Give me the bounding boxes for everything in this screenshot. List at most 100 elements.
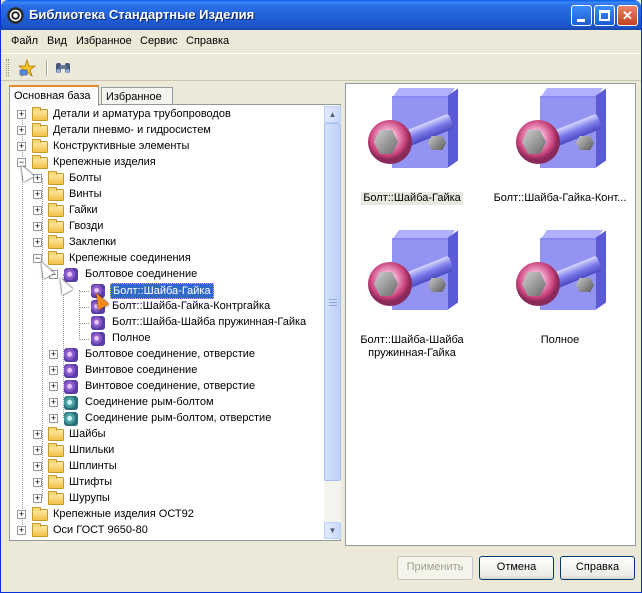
folder-icon (48, 459, 64, 473)
bolt-assembly-thumbnail (362, 230, 462, 328)
preview-panel[interactable]: Болт::Шайба-Гайка Болт::Шайба-Гайка-Конт.… (345, 83, 636, 546)
expand-icon[interactable]: + (49, 366, 58, 375)
tab-favorites[interactable]: Избранное (101, 87, 173, 105)
preview-item[interactable]: Болт::Шайба-Гайка-Конт... (490, 88, 630, 205)
folder-icon (48, 203, 64, 217)
tree-row[interactable]: + Винтовое соединение, отверстие (11, 379, 324, 395)
tree-row-label: Крепежные соединения (69, 252, 191, 264)
tab-main-base[interactable]: Основная база (9, 85, 99, 106)
library-window: Библиотека Стандартные Изделия ✕ Файл Ви… (0, 0, 642, 593)
preview-item-label: Болт::Шайба-Шайба пружинная-Гайка (360, 334, 464, 359)
expand-icon[interactable]: + (33, 206, 42, 215)
tree-row[interactable]: + Детали и арматура трубопроводов (11, 107, 324, 123)
expand-icon[interactable]: + (17, 142, 26, 151)
tree-row[interactable]: + Заклепки (11, 235, 324, 251)
toolbar-grip[interactable] (6, 59, 9, 77)
tree-row[interactable]: + Соединение рым-болтом (11, 395, 324, 411)
expand-icon[interactable]: + (33, 222, 42, 231)
apply-button[interactable]: Применить (397, 556, 473, 580)
eyebolt-part-icon (64, 412, 78, 426)
menu-favorites[interactable]: Избранное (76, 35, 132, 47)
preview-item-label: Болт::Шайба-Гайка (361, 192, 463, 205)
folder-icon (48, 491, 64, 505)
tree-row-label: Оси ГОСТ 9650-80 (53, 524, 148, 536)
cancel-button[interactable]: Отмена (479, 556, 554, 580)
expand-icon[interactable]: + (17, 510, 26, 519)
maximize-button[interactable] (594, 5, 615, 26)
expand-icon[interactable]: + (33, 446, 42, 455)
menu-file[interactable]: Файл (11, 35, 38, 47)
title-bar[interactable]: Библиотека Стандартные Изделия ✕ (1, 0, 641, 30)
expand-icon[interactable]: + (33, 238, 42, 247)
expand-icon[interactable]: + (33, 190, 42, 199)
expand-icon[interactable]: + (33, 478, 42, 487)
minimize-icon (577, 19, 585, 22)
help-button[interactable]: Справка (560, 556, 635, 580)
tree-row[interactable]: + Гвозди (11, 219, 324, 235)
tree-row[interactable]: + Болты (11, 171, 324, 187)
expand-icon[interactable]: + (49, 382, 58, 391)
tree-row-label: Болт::Шайба-Гайка-Контргайка (112, 300, 271, 312)
folder-icon (48, 427, 64, 441)
expand-icon[interactable]: + (17, 126, 26, 135)
expand-icon[interactable]: + (33, 174, 42, 183)
tree-row[interactable]: + Шайбы (11, 427, 324, 443)
folder-icon (48, 443, 64, 457)
tree-row-label: Винтовое соединение, отверстие (85, 380, 256, 392)
tree-row[interactable]: + Оси ГОСТ 9650-80 (11, 523, 324, 539)
tree-row-label: Болтовое соединение (85, 268, 198, 280)
folder-icon (32, 123, 48, 137)
tree-row[interactable]: + Болтовое соединение, отверстие (11, 347, 324, 363)
menu-help[interactable]: Справка (186, 35, 229, 47)
tree-row[interactable]: Полное (11, 331, 324, 347)
menu-service[interactable]: Сервис (140, 35, 178, 47)
scroll-thumb[interactable] (324, 123, 341, 481)
expand-icon[interactable]: + (33, 494, 42, 503)
tree-row[interactable]: + Крепежные изделия ОСТ92 (11, 507, 324, 523)
tree-row[interactable]: + Шпильки (11, 443, 324, 459)
expand-icon[interactable]: + (33, 430, 42, 439)
menu-view[interactable]: Вид (47, 35, 67, 47)
scroll-down-button[interactable]: ▼ (324, 522, 341, 539)
binoculars-icon[interactable] (54, 59, 72, 77)
tree-row[interactable]: + Винты (11, 187, 324, 203)
tree-row[interactable]: + Шплинты (11, 459, 324, 475)
tree-row[interactable]: − Крепежные соединения (11, 251, 324, 267)
scroll-up-button[interactable]: ▲ (324, 106, 341, 123)
tree-row[interactable]: + Шурупы (11, 491, 324, 507)
preview-item[interactable]: Полное (490, 230, 630, 347)
close-button[interactable]: ✕ (617, 5, 638, 26)
tree-row-label: Шайбы (69, 428, 106, 440)
bolt-part-icon (91, 316, 105, 330)
favorite-star-icon[interactable] (17, 58, 37, 78)
expand-icon[interactable]: + (49, 414, 58, 423)
tree-row[interactable]: − Крепежные изделия (11, 155, 324, 171)
preview-item[interactable]: Болт::Шайба-Шайба пружинная-Гайка (342, 230, 482, 360)
tree-view[interactable]: + Детали и арматура трубопроводов + Детали … (11, 106, 324, 539)
expand-icon[interactable]: + (49, 398, 58, 407)
tree-vertical-scrollbar[interactable]: ▲ ▼ (324, 106, 341, 539)
tree-row-label: Шурупы (69, 492, 110, 504)
minimize-button[interactable] (571, 5, 592, 26)
expand-icon[interactable]: + (33, 462, 42, 471)
expand-icon[interactable]: + (17, 526, 26, 535)
expand-icon[interactable]: + (17, 110, 26, 119)
tree-row[interactable]: + Штифты (11, 475, 324, 491)
tree-row[interactable]: Болт::Шайба-Шайба пружинная-Гайка (11, 315, 324, 331)
folder-icon (32, 523, 48, 537)
tree-row-label: Полное (112, 332, 151, 344)
tree-row[interactable]: + Конструктивные элементы (11, 139, 324, 155)
bolt-part-icon (64, 348, 78, 362)
tree-row[interactable]: + Винтовое соединение (11, 363, 324, 379)
maximize-icon (599, 10, 610, 21)
menu-bar: Файл Вид Избранное Сервис Справка (1, 30, 641, 52)
tree-row[interactable]: + Соединение рым-болтом, отверстие (11, 411, 324, 427)
toolbar-separator (46, 60, 47, 76)
tree-row[interactable]: Болт::Шайба-Гайка-Контргайка (11, 299, 324, 315)
expand-icon[interactable]: + (49, 350, 58, 359)
tree-row[interactable]: + Детали пневмо- и гидросистем (11, 123, 324, 139)
tree-row[interactable]: + Гайки (11, 203, 324, 219)
tree-row-label: Гвозди (69, 220, 104, 232)
folder-icon (32, 155, 48, 169)
preview-item[interactable]: Болт::Шайба-Гайка (342, 88, 482, 205)
